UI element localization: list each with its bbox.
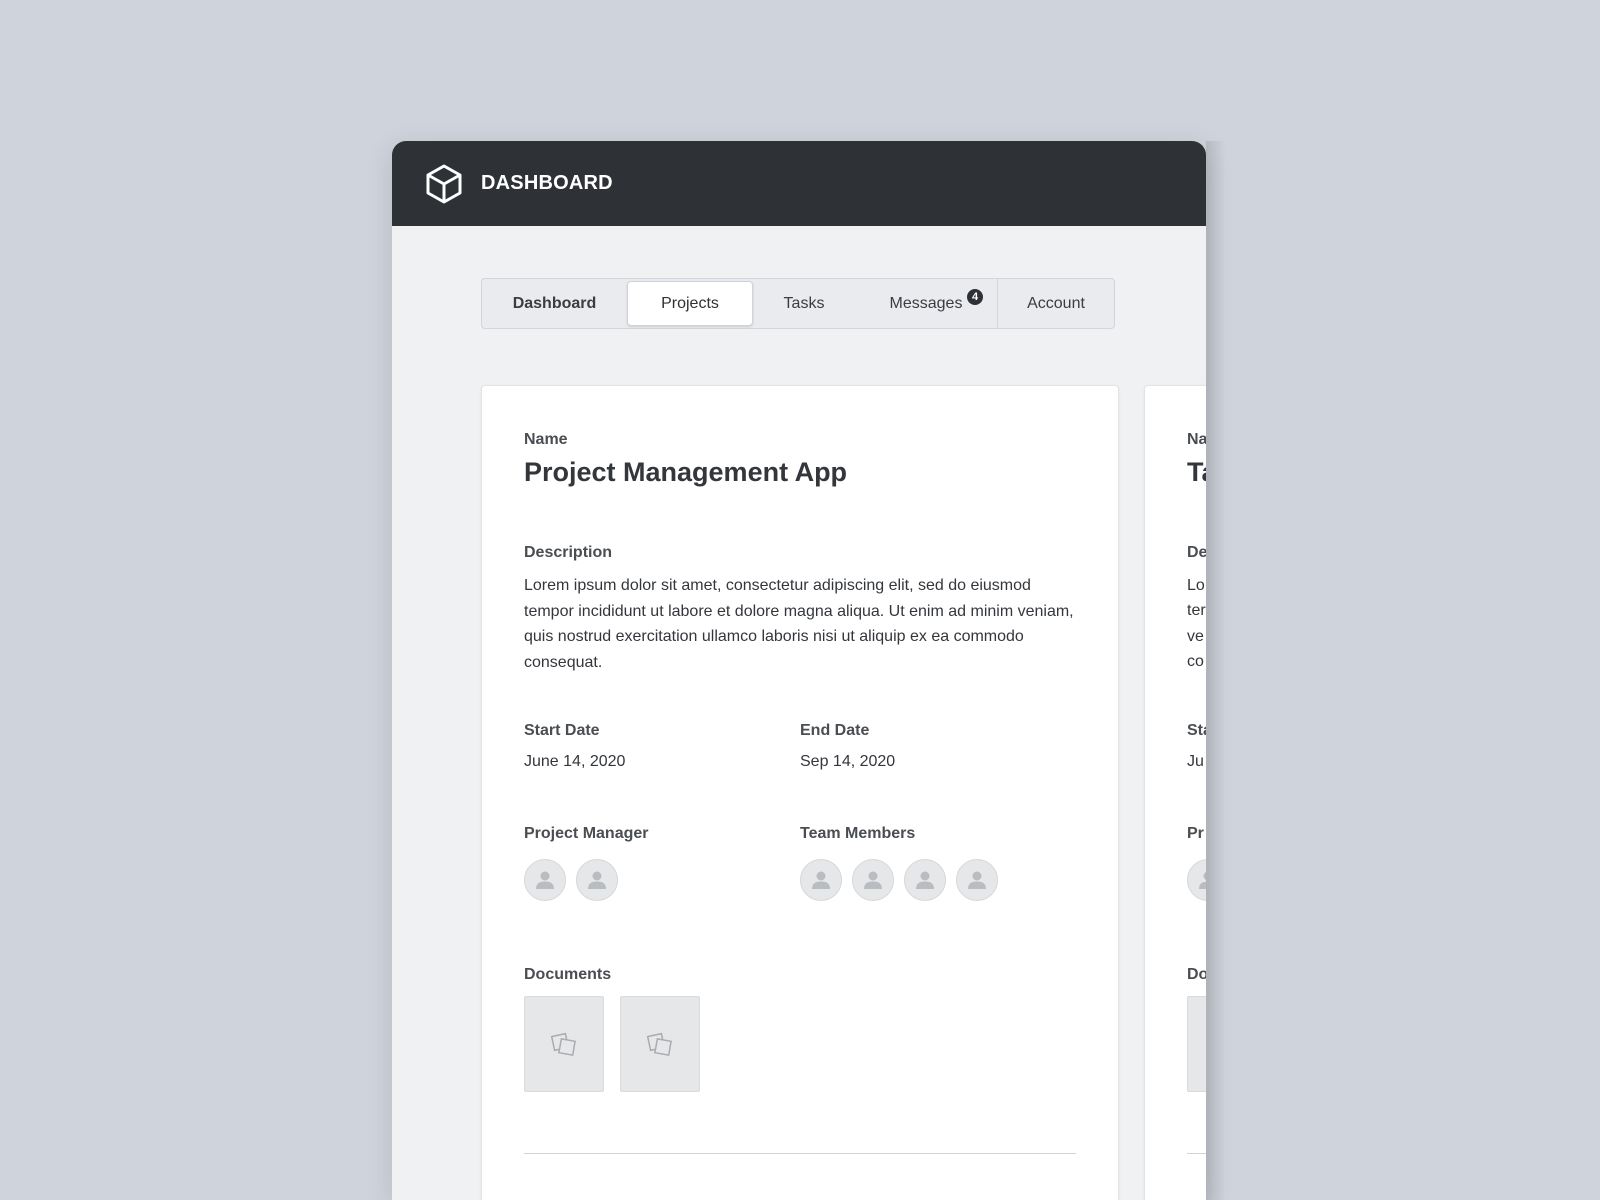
document-thumbnail[interactable] — [524, 996, 604, 1092]
end-date: Sep 14, 2020 — [800, 753, 896, 770]
project-manager-avatars — [524, 859, 618, 901]
project-manager-avatars — [1187, 859, 1206, 901]
avatar[interactable] — [576, 859, 618, 901]
user-icon — [812, 871, 830, 889]
user-icon — [1199, 871, 1206, 889]
start-date-label: Sta — [1187, 722, 1206, 739]
user-icon — [864, 871, 882, 889]
description-line: ve — [1187, 628, 1204, 645]
document-thumbnail[interactable] — [620, 996, 700, 1092]
card-divider — [524, 1153, 1076, 1154]
tab-account[interactable]: Account — [998, 279, 1114, 328]
avatar[interactable] — [904, 859, 946, 901]
start-date: Ju — [1187, 753, 1204, 770]
documents-list — [524, 996, 700, 1092]
avatar[interactable] — [1187, 859, 1206, 901]
tab-messages-label: Messages — [889, 294, 963, 312]
user-icon — [916, 871, 934, 889]
project-card: Name Project Management App Description … — [481, 385, 1119, 1200]
description-label: Description — [524, 544, 613, 561]
documents-list — [1187, 996, 1206, 1092]
top-bar: DASHBOARD — [392, 141, 1206, 226]
user-icon — [536, 871, 554, 889]
window-edge-shadow — [1206, 141, 1226, 1200]
tab-dashboard[interactable]: Dashboard — [482, 279, 627, 328]
start-date-label: Start Date — [524, 722, 600, 739]
document-thumbnail[interactable] — [1187, 996, 1206, 1092]
description-line: co — [1187, 653, 1204, 670]
avatar[interactable] — [852, 859, 894, 901]
team-members-label: Team Members — [800, 825, 916, 842]
messages-badge: 4 — [967, 289, 983, 305]
project-manager-label: Pr — [1187, 825, 1204, 842]
description-line: ter — [1187, 602, 1206, 619]
image-placeholder-icon — [646, 1032, 672, 1056]
project-name: Project Management App — [524, 457, 848, 487]
project-manager-label: Project Manager — [524, 825, 649, 842]
cube-icon[interactable] — [423, 163, 465, 205]
start-date: June 14, 2020 — [524, 753, 626, 770]
team-member-avatars — [800, 859, 998, 901]
tab-bar: Dashboard Projects Tasks Messages 4 Acco… — [481, 278, 1115, 329]
project-name: Ta — [1187, 457, 1206, 487]
description-line: Lo — [1187, 577, 1205, 594]
name-label: Na — [1187, 431, 1206, 448]
tab-projects[interactable]: Projects — [627, 281, 753, 326]
app-title: DASHBOARD — [481, 172, 613, 194]
tab-messages[interactable]: Messages 4 — [855, 279, 998, 328]
card-divider — [1187, 1153, 1206, 1154]
image-placeholder-icon — [550, 1032, 576, 1056]
documents-label: Documents — [524, 966, 612, 983]
avatar[interactable] — [524, 859, 566, 901]
app-window: DASHBOARD Dashboard Projects Tasks Messa… — [392, 141, 1206, 1200]
project-card-partial: Na Ta De Lo ter ve co Sta Ju Pr Do — [1144, 385, 1206, 1200]
name-label: Name — [524, 431, 568, 448]
avatar[interactable] — [800, 859, 842, 901]
tab-tasks[interactable]: Tasks — [753, 279, 855, 328]
end-date-label: End Date — [800, 722, 870, 739]
user-icon — [968, 871, 986, 889]
project-description: Lorem ipsum dolor sit amet, consectetur … — [524, 577, 1074, 671]
description-label: De — [1187, 544, 1206, 561]
avatar[interactable] — [956, 859, 998, 901]
user-icon — [588, 871, 606, 889]
documents-label: Do — [1187, 966, 1206, 983]
